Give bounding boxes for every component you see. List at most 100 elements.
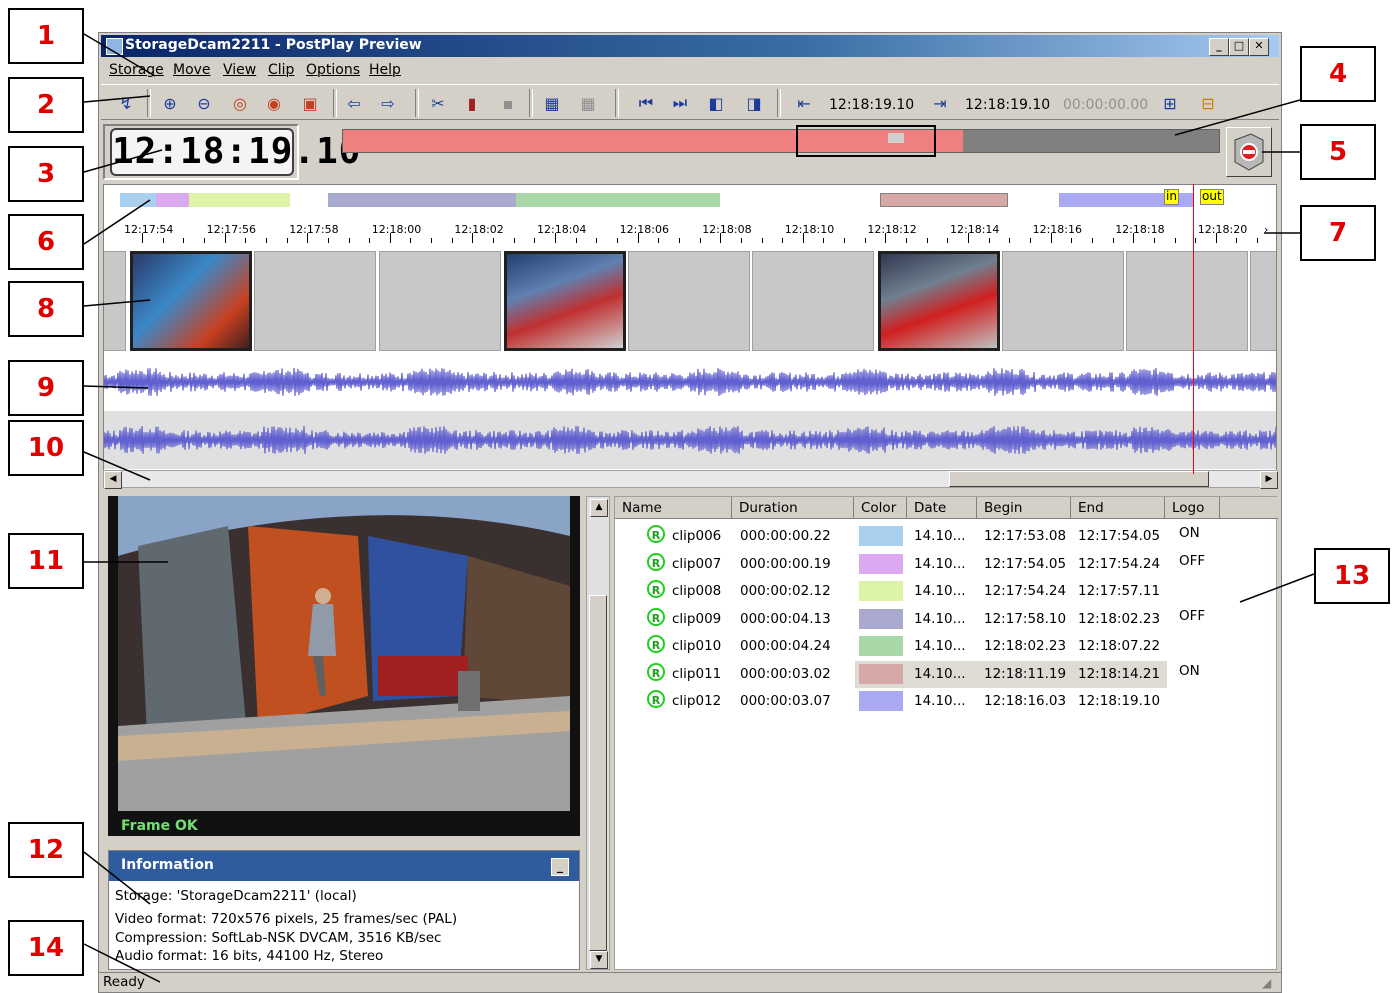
- column-name[interactable]: Name: [615, 497, 732, 519]
- clip-row[interactable]: Rclip007 000:00:00.19 14.10... 12:17:54.05 1…: [615, 551, 1278, 578]
- clip-color-swatch[interactable]: [859, 608, 903, 629]
- playhead[interactable]: [1193, 184, 1194, 474]
- clip-row[interactable]: Rclip006 000:00:00.22 14.10... 12:17:53.08 1…: [615, 523, 1278, 550]
- clip-list[interactable]: Name Duration Color Date Begin End Logo …: [614, 496, 1278, 970]
- collapse-icon[interactable]: _: [551, 858, 569, 876]
- frame-thumbnail[interactable]: [1002, 251, 1124, 351]
- column-color[interactable]: Color: [854, 497, 907, 519]
- clip-bar-clip010[interactable]: [516, 193, 720, 207]
- column-end[interactable]: End: [1071, 497, 1165, 519]
- frame-thumbnail[interactable]: [254, 251, 376, 351]
- go-end-icon[interactable]: ⏭: [667, 91, 693, 115]
- frame-thumbnail[interactable]: [379, 251, 501, 351]
- clip-bar-clip008[interactable]: [189, 193, 290, 207]
- mark-out-icon[interactable]: ⇥: [927, 91, 953, 115]
- move-left-icon[interactable]: ⇦: [341, 91, 367, 115]
- left-pane-scrollbar[interactable]: ▲ ▼: [586, 496, 610, 970]
- clip-bar-clip009[interactable]: [328, 193, 516, 207]
- menu-help[interactable]: Help: [369, 62, 401, 78]
- zoom-fit-icon[interactable]: ◎: [227, 91, 253, 115]
- clip-name: clip008: [672, 583, 722, 599]
- out-marker[interactable]: out: [1200, 189, 1224, 205]
- menu-view[interactable]: View: [223, 62, 256, 78]
- next-marker-icon[interactable]: ◨: [741, 91, 767, 115]
- column-begin[interactable]: Begin: [977, 497, 1071, 519]
- callout-4: 4: [1300, 46, 1376, 102]
- clip-row[interactable]: Rclip010 000:00:04.24 14.10... 12:18:02.23 1…: [615, 633, 1278, 660]
- frame-thumbnail[interactable]: [504, 251, 626, 351]
- zoom-in-icon[interactable]: ⊕: [157, 91, 183, 115]
- ruler-tick-label: 12:18:00: [371, 223, 422, 236]
- scroll-thumb[interactable]: [589, 595, 607, 951]
- menu-options[interactable]: Options: [306, 62, 360, 78]
- zoom-selection-icon[interactable]: ◉: [261, 91, 287, 115]
- go-start-icon[interactable]: ⏮: [633, 91, 659, 115]
- information-header[interactable]: Information _: [109, 851, 579, 881]
- in-marker[interactable]: in: [1164, 189, 1179, 205]
- clip-date: 14.10...: [914, 665, 966, 682]
- clip-bar-clip011[interactable]: [880, 193, 1008, 207]
- frame-thumbnail[interactable]: [104, 251, 126, 351]
- audio-waveform-right[interactable]: [104, 411, 1277, 469]
- close-button[interactable]: ✕: [1249, 38, 1269, 56]
- clip-color-swatch[interactable]: [859, 636, 903, 656]
- frame-thumbnail[interactable]: [752, 251, 874, 351]
- audio-waveform-left[interactable]: [104, 353, 1277, 411]
- menu-storage[interactable]: Storage: [109, 62, 164, 78]
- menu-clip[interactable]: Clip: [268, 62, 294, 78]
- mark-in-icon[interactable]: ⇤: [791, 91, 817, 115]
- visible-window-frame[interactable]: [796, 125, 936, 157]
- scroll-right-icon[interactable]: ▶: [1260, 471, 1278, 489]
- column-duration[interactable]: Duration: [732, 497, 854, 519]
- clip-row[interactable]: Rclip012 000:00:03.07 14.10... 12:18:16.03 1…: [615, 688, 1278, 715]
- column-date[interactable]: Date: [907, 497, 977, 519]
- scroll-thumb[interactable]: [949, 471, 1209, 487]
- clip-bar-clip007[interactable]: [156, 193, 189, 207]
- clip-disabled-icon[interactable]: ▪: [495, 91, 521, 115]
- clip-color-swatch[interactable]: [859, 581, 903, 601]
- export-icon[interactable]: ▦: [539, 91, 565, 115]
- frame-thumbnail[interactable]: [1250, 251, 1276, 351]
- minimize-button[interactable]: _: [1209, 38, 1229, 56]
- clip-mark-icon[interactable]: ▮: [459, 91, 485, 115]
- frame-thumbnail[interactable]: [628, 251, 750, 351]
- ruler-tick: [203, 238, 205, 243]
- stop-preview-button[interactable]: [1226, 127, 1272, 177]
- clip-bar-clip006[interactable]: [120, 193, 156, 207]
- prev-marker-icon[interactable]: ◧: [703, 91, 729, 115]
- scroll-left-icon[interactable]: ◀: [104, 471, 122, 489]
- ruler-arrow-icon[interactable]: ›: [1264, 223, 1268, 236]
- resize-grip-icon[interactable]: ◢: [1262, 976, 1271, 990]
- zoom-out-icon[interactable]: ⊖: [191, 91, 217, 115]
- frame-thumbnail[interactable]: [878, 251, 1000, 351]
- frame-thumbnail[interactable]: [1126, 251, 1248, 351]
- export-disabled-icon[interactable]: ▦: [575, 91, 601, 115]
- clip-row[interactable]: Rclip011 000:00:03.02 14.10... 12:18:11.19 1…: [615, 660, 1278, 688]
- remove-clip-icon[interactable]: ⊟: [1195, 91, 1221, 115]
- clip-color-swatch[interactable]: [859, 691, 903, 711]
- scroll-down-icon[interactable]: ▼: [590, 951, 608, 969]
- menu-move[interactable]: Move: [173, 62, 211, 78]
- video-preview[interactable]: [108, 496, 580, 836]
- clip-color-swatch[interactable]: [859, 553, 903, 574]
- title-bar[interactable]: StorageDcam2211 - PostPlay Preview _ □ ✕: [101, 35, 1279, 57]
- column-logo[interactable]: Logo: [1165, 497, 1220, 519]
- clip-row[interactable]: Rclip008 000:00:02.12 14.10... 12:17:54.24 1…: [615, 578, 1278, 605]
- ruler-tick-label: 12:18:20: [1197, 223, 1248, 236]
- r-circle-icon: R: [647, 635, 665, 653]
- ruler-tick: [1091, 238, 1093, 243]
- clip-color-swatch[interactable]: [859, 663, 903, 684]
- scroll-up-icon[interactable]: ▲: [590, 499, 608, 517]
- move-right-icon[interactable]: ⇨: [375, 91, 401, 115]
- clip-tool-icon[interactable]: ✂: [425, 91, 451, 115]
- clip-color-swatch[interactable]: [859, 526, 903, 546]
- frame-thumbnail[interactable]: [130, 251, 252, 351]
- timeline-panel[interactable]: in out 12:17:54 12:17:56 12:17:58 12:18:00 1…: [103, 184, 1277, 488]
- maximize-button[interactable]: □: [1229, 38, 1249, 56]
- zoom-all-icon[interactable]: ▣: [297, 91, 323, 115]
- clip-row[interactable]: Rclip009 000:00:04.13 14.10... 12:17:58.10 1…: [615, 606, 1278, 633]
- callout-9: 9: [8, 360, 84, 416]
- go-to-icon[interactable]: ↯: [113, 91, 139, 115]
- timeline-scrollbar[interactable]: ◀ ▶: [103, 470, 1278, 489]
- add-clip-icon[interactable]: ⊞: [1157, 91, 1183, 115]
